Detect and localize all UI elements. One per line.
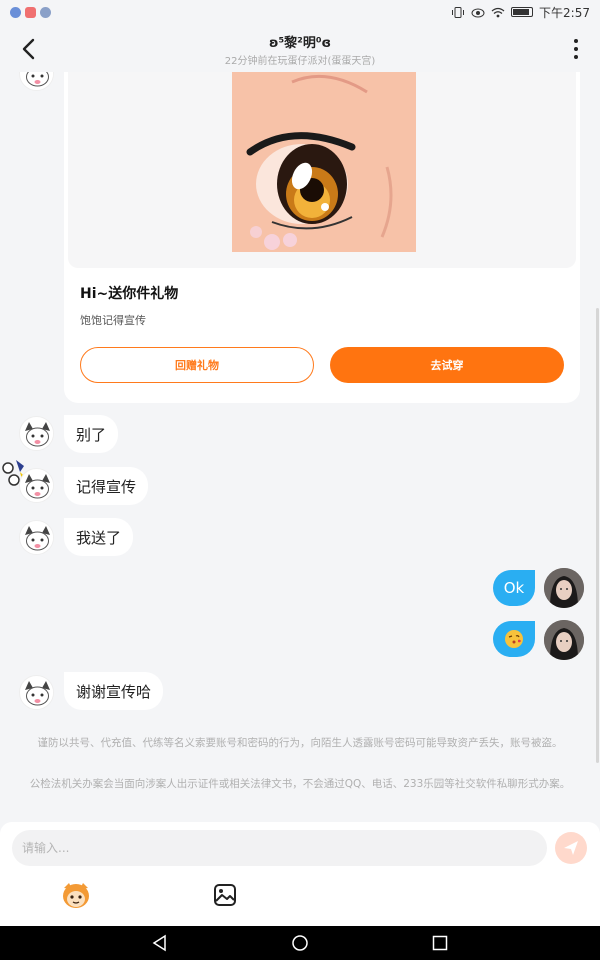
vibrate-icon	[452, 6, 465, 18]
eye-comfort-icon	[471, 8, 485, 17]
status-time: 下午2:57	[539, 5, 590, 20]
system-navigation-bar	[0, 926, 600, 960]
avatar[interactable]	[19, 416, 54, 451]
police-notice: 公检法机关办案会当面向涉案人出示证件或相关法律文书，不会通过QQ、电话、233乐…	[29, 778, 571, 790]
notification-icons	[10, 6, 51, 18]
avatar[interactable]	[19, 468, 54, 503]
avatar[interactable]	[19, 675, 54, 710]
nav-home-icon[interactable]	[291, 934, 309, 952]
try-on-button[interactable]: 去试穿	[330, 347, 564, 383]
app-notification-icon	[25, 6, 36, 18]
nav-recents-icon[interactable]	[431, 934, 449, 952]
contact-activity-status: 22分钟前在玩蛋仔派对(蛋蛋天宫)	[224, 56, 376, 67]
app-notification-icon	[40, 6, 51, 18]
kiss-emoji-icon	[505, 630, 523, 648]
message-bubble[interactable]: 记得宣传	[64, 467, 149, 505]
gift-card-subtitle: 饱饱记得宣传	[80, 314, 146, 327]
more-options-icon[interactable]	[566, 36, 586, 62]
message-bubble-sent[interactable]	[493, 621, 535, 657]
avatar[interactable]	[19, 72, 54, 91]
scrollbar[interactable]	[596, 308, 599, 763]
nav-back-icon[interactable]	[151, 934, 169, 952]
gift-preview-image[interactable]	[232, 72, 416, 252]
battery-icon	[511, 7, 534, 17]
security-notice: 谨防以共号、代充值、代练等名义索要账号和密码的行为，向陌生人透露账号密码可能导致…	[37, 737, 563, 749]
gift-image-container	[68, 72, 576, 268]
message-bubble[interactable]: 别了	[64, 415, 119, 453]
status-bar: 下午2:57	[0, 0, 600, 24]
message-bubble[interactable]: 我送了	[64, 518, 134, 556]
message-bubble[interactable]: 谢谢宣传哈	[64, 672, 164, 710]
gift-card-title: Hi~送你件礼物	[80, 286, 179, 302]
avatar[interactable]	[19, 520, 54, 555]
wifi-icon	[491, 7, 505, 17]
message-bubble-sent[interactable]: Ok	[493, 570, 535, 606]
return-gift-button[interactable]: 回赠礼物	[80, 347, 314, 383]
send-button[interactable]	[555, 832, 587, 864]
send-icon	[564, 841, 578, 855]
my-avatar[interactable]	[544, 620, 584, 660]
my-avatar[interactable]	[544, 568, 584, 608]
chat-message-list[interactable]: Hi~送你件礼物 饱饱记得宣传 回赠礼物 去试穿 别了 记得宣传 我送了 Ok …	[0, 72, 600, 822]
emoji-icon[interactable]	[60, 880, 92, 910]
message-input-bar	[0, 822, 600, 926]
image-picker-icon[interactable]	[212, 882, 238, 908]
contact-name: ʚ⁵黎²明⁰ɞ	[268, 36, 332, 51]
chat-header: ʚ⁵黎²明⁰ɞ 22分钟前在玩蛋仔派对(蛋蛋天宫)	[0, 24, 600, 72]
message-input[interactable]	[12, 830, 547, 866]
gift-card: Hi~送你件礼物 饱饱记得宣传 回赠礼物 去试穿	[64, 72, 580, 403]
app-notification-icon	[10, 6, 21, 18]
